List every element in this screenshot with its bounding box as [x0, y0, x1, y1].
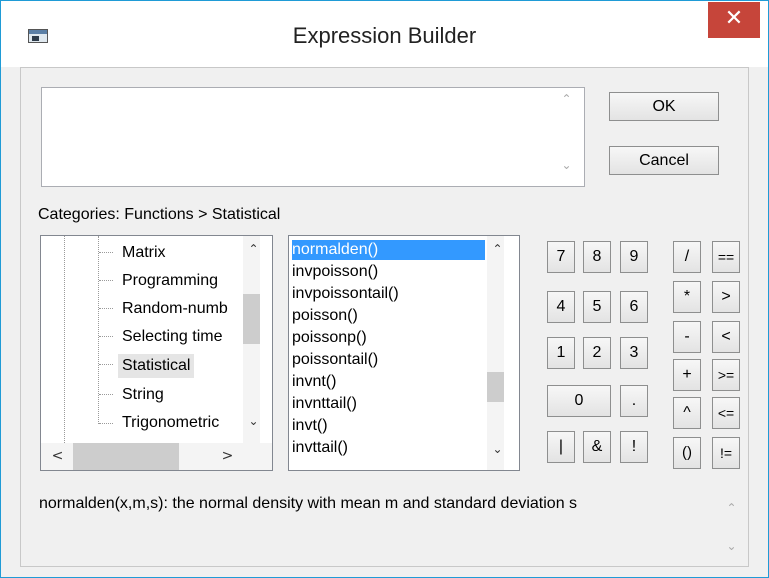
function-scroll-down-icon[interactable]: ⌄: [489, 442, 506, 456]
function-item-invnt[interactable]: invnt(): [292, 372, 336, 392]
key-greater-equal[interactable]: >=: [712, 359, 740, 391]
close-button[interactable]: ✕: [708, 2, 760, 38]
categories-label: Categories: Functions > Statistical: [38, 206, 281, 223]
tree-item-matrix[interactable]: Matrix: [122, 241, 166, 265]
tree-item-selecting-time[interactable]: Selecting time: [122, 325, 240, 349]
key-8[interactable]: 8: [583, 241, 611, 273]
tree-item-trigonometric[interactable]: Trigonometric: [122, 411, 219, 435]
function-item-invpoissontail[interactable]: invpoissontail(): [292, 284, 399, 304]
tree-item-string[interactable]: String: [122, 383, 164, 407]
tree-item-statistical[interactable]: Statistical: [118, 354, 195, 378]
key-2[interactable]: 2: [583, 337, 611, 369]
key-minus[interactable]: -: [673, 321, 701, 353]
function-item-invnttail[interactable]: invnttail(): [292, 394, 357, 414]
function-scroll-up-icon[interactable]: ⌃: [489, 242, 506, 256]
window-title: Expression Builder: [292, 23, 477, 48]
scroll-down-icon[interactable]: ⌄: [558, 158, 575, 172]
tree-scroll-up-icon[interactable]: ⌃: [245, 242, 262, 256]
function-item-normalden[interactable]: normalden(): [292, 240, 485, 260]
desc-scroll-down-icon[interactable]: ⌄: [723, 539, 740, 553]
key-divide[interactable]: /: [673, 241, 701, 273]
expression-builder-window: Expression Builder ✕ ⌃ ⌄ OK Cancel Categ…: [0, 0, 769, 578]
key-0[interactable]: 0: [547, 385, 611, 417]
key-equals[interactable]: ==: [712, 241, 740, 273]
key-7[interactable]: 7: [547, 241, 575, 273]
key-or[interactable]: |: [547, 431, 575, 463]
function-vscroll-thumb[interactable]: [487, 372, 504, 402]
key-3[interactable]: 3: [620, 337, 648, 369]
key-not-equal[interactable]: !=: [712, 437, 740, 469]
key-not[interactable]: !: [620, 431, 648, 463]
tree-scroll-down-icon[interactable]: ⌄: [245, 414, 262, 428]
expression-input[interactable]: ⌃ ⌄: [41, 87, 585, 187]
key-plus[interactable]: +: [673, 359, 701, 391]
function-item-invt[interactable]: invt(): [292, 416, 328, 436]
tree-item-programming[interactable]: Programming: [122, 269, 218, 293]
key-and[interactable]: &: [583, 431, 611, 463]
scroll-up-icon[interactable]: ⌃: [558, 92, 575, 106]
function-item-poissontail[interactable]: poissontail(): [292, 350, 378, 370]
key-parens[interactable]: (): [673, 437, 701, 469]
key-5[interactable]: 5: [583, 291, 611, 323]
desc-scroll-up-icon[interactable]: ⌃: [723, 501, 740, 515]
ok-button[interactable]: OK: [609, 92, 719, 121]
key-greater[interactable]: >: [712, 281, 740, 313]
function-description: normalden(x,m,s): the normal density wit…: [39, 495, 578, 512]
function-item-poisson[interactable]: poisson(): [292, 306, 358, 326]
key-9[interactable]: 9: [620, 241, 648, 273]
function-item-invpoisson[interactable]: invpoisson(): [292, 262, 378, 282]
title-bar: Expression Builder ✕: [1, 1, 768, 67]
tree-scroll-right-icon[interactable]: >: [219, 448, 236, 464]
function-vscroll[interactable]: [487, 236, 504, 470]
function-item-poissonp[interactable]: poissonp(): [292, 328, 367, 348]
key-decimal[interactable]: .: [620, 385, 648, 417]
tree-hscroll-thumb[interactable]: [73, 443, 179, 470]
key-6[interactable]: 6: [620, 291, 648, 323]
key-multiply[interactable]: *: [673, 281, 701, 313]
cancel-button[interactable]: Cancel: [609, 146, 719, 175]
key-power[interactable]: ^: [673, 397, 701, 429]
key-less-equal[interactable]: <=: [712, 397, 740, 429]
tree-item-random-numbers[interactable]: Random-numb: [122, 297, 240, 321]
tree-scroll-left-icon[interactable]: <: [49, 448, 66, 464]
key-4[interactable]: 4: [547, 291, 575, 323]
function-item-invttail[interactable]: invttail(): [292, 438, 348, 458]
key-less[interactable]: <: [712, 321, 740, 353]
key-1[interactable]: 1: [547, 337, 575, 369]
tree-vscroll-thumb[interactable]: [243, 294, 260, 344]
